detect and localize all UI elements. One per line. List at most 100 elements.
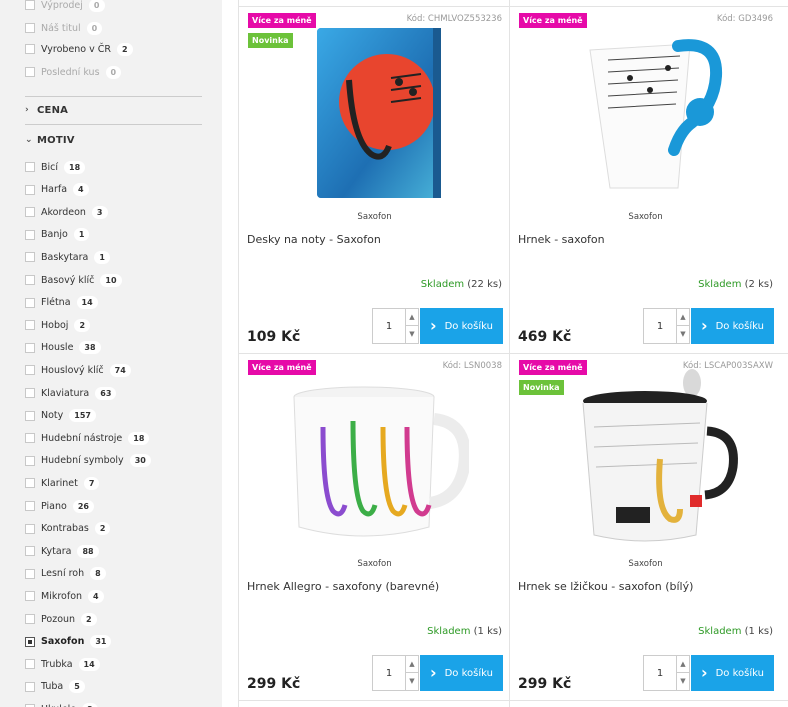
filter-motif-item[interactable]: Kontrabas 2 [25, 520, 111, 538]
filter-motif-item[interactable]: Housle 38 [25, 339, 101, 357]
quantity-stepper: ▲ ▼ [372, 655, 419, 691]
filter-motif-item[interactable]: Klarinet 7 [25, 474, 100, 492]
filter-count: 7 [83, 476, 100, 490]
quantity-increase-button[interactable]: ▲ [405, 309, 418, 326]
quantity-input[interactable] [373, 656, 405, 690]
filter-label: Lesní roh [41, 568, 85, 580]
filter-motif-item[interactable]: Harfa 4 [25, 181, 89, 199]
filter-motif-item[interactable]: Baskytara 1 [25, 248, 110, 266]
checkbox[interactable] [25, 320, 35, 331]
checkbox[interactable] [25, 388, 35, 398]
stock-status: Skladem (2 ks) [698, 279, 773, 290]
filter-motif-item[interactable]: Bicí 18 [25, 158, 86, 176]
chevron-right-icon: › [25, 105, 29, 115]
product-name-link[interactable]: Hrnek Allegro - saxofony (barevné) [247, 580, 439, 593]
checkbox[interactable] [25, 410, 35, 421]
checkbox[interactable] [25, 252, 35, 263]
checkbox[interactable] [25, 681, 35, 692]
checkbox[interactable] [25, 636, 35, 647]
filter-motif-item[interactable]: Pozoun 2 [25, 610, 97, 628]
filter-motif-item[interactable]: Mikrofon 4 [25, 587, 104, 605]
quantity-decrease-button[interactable]: ▼ [676, 673, 689, 690]
quantity-increase-button[interactable]: ▲ [405, 656, 418, 673]
checkbox[interactable] [25, 162, 35, 172]
quantity-decrease-button[interactable]: ▼ [676, 326, 689, 343]
checkbox[interactable] [25, 455, 35, 466]
filter-motif-item[interactable]: Hudební nástroje 18 [25, 429, 150, 447]
filter-motif-item[interactable]: Lesní roh 8 [25, 565, 106, 583]
checkbox[interactable] [25, 546, 35, 557]
filter-count: 5 [69, 680, 85, 694]
checkbox[interactable] [25, 523, 35, 534]
quantity-decrease-button[interactable]: ▼ [405, 326, 418, 343]
filter-motif-item[interactable]: Flétna 14 [25, 294, 98, 312]
filter-motif-item[interactable]: Banjo 1 [25, 226, 90, 244]
filter-label: Poslední kus [41, 66, 100, 78]
checkbox[interactable] [25, 342, 35, 353]
product-name-link[interactable]: Desky na noty - Saxofon [247, 233, 381, 246]
filter-motif-item[interactable]: Piano 26 [25, 497, 94, 515]
checkbox[interactable] [25, 365, 35, 376]
product-name-link[interactable]: Hrnek se lžičkou - saxofon (bílý) [518, 580, 693, 593]
filter-label: Basový klíč [41, 274, 95, 286]
product-name-link[interactable]: Hrnek - saxofon [518, 233, 605, 246]
product-image[interactable] [279, 367, 471, 557]
filter-label: Hudební symboly [41, 455, 124, 467]
product-image[interactable] [550, 367, 740, 557]
checkbox[interactable] [25, 184, 35, 195]
product-price: 299 Kč [247, 676, 301, 692]
checkbox[interactable] [25, 229, 35, 240]
quantity-increase-button[interactable]: ▲ [676, 309, 689, 326]
add-to-cart-button[interactable]: › Do košíku [420, 655, 503, 691]
section-motif-toggle[interactable]: ⌄ MOTIV [25, 129, 202, 151]
add-to-cart-button[interactable]: › Do košíku [691, 308, 774, 344]
filter-count: 18 [128, 431, 150, 445]
checkbox[interactable] [25, 275, 35, 285]
checkbox[interactable] [25, 23, 35, 33]
filter-motif-item[interactable]: Kytara 88 [25, 542, 99, 560]
quantity-input[interactable] [644, 309, 676, 343]
checkbox[interactable] [25, 0, 35, 10]
checkbox[interactable] [25, 433, 35, 444]
product-image[interactable] [550, 20, 740, 210]
filter-motif-item[interactable]: Houslový klíč 74 [25, 361, 131, 379]
checkbox[interactable] [25, 659, 35, 670]
checkbox[interactable] [25, 207, 35, 218]
product-image[interactable] [279, 20, 469, 210]
filter-motif-item[interactable]: Akordeon 3 [25, 203, 108, 221]
filter-motif-item[interactable]: Hudební symboly 30 [25, 452, 151, 470]
filter-motif-item[interactable]: Ukulele3 [25, 700, 98, 707]
filter-motif-item[interactable]: Noty 157 [25, 407, 96, 425]
add-to-cart-button[interactable]: › Do košíku [420, 308, 503, 344]
checkbox[interactable] [25, 501, 35, 511]
filter-count: 26 [72, 499, 94, 513]
filter-count: 2 [94, 522, 111, 536]
checkbox[interactable] [25, 591, 35, 602]
filter-nas-titul[interactable]: Náš titul 0 [25, 19, 103, 37]
checkbox[interactable] [25, 297, 35, 308]
quantity-increase-button[interactable]: ▲ [676, 656, 689, 673]
filter-motif-item[interactable]: Trubka 14 [25, 655, 100, 673]
filter-vyrobeno-v-cr[interactable]: Vyrobeno v ČR 2 [25, 40, 133, 58]
product-category: Saxofon [357, 212, 392, 222]
filter-motif-item[interactable]: Klaviatura 63 [25, 384, 117, 402]
stock-label: Skladem [698, 626, 742, 637]
filter-label: Tuba [41, 681, 64, 693]
filter-vyprodej[interactable]: Výprodej 0 [25, 0, 105, 14]
checkbox[interactable] [25, 568, 35, 579]
section-price-toggle[interactable]: › CENA [25, 99, 202, 121]
filter-motif-item[interactable]: Hoboj 2 [25, 316, 91, 334]
filter-posledni-kus[interactable]: Poslední kus 0 [25, 63, 122, 81]
checkbox[interactable] [25, 44, 35, 54]
add-to-cart-button[interactable]: › Do košíku [691, 655, 774, 691]
checkbox[interactable] [25, 478, 35, 489]
checkbox[interactable] [25, 614, 35, 624]
filter-motif-item[interactable]: Tuba 5 [25, 678, 85, 696]
checkbox[interactable] [25, 67, 35, 77]
quantity-input[interactable] [373, 309, 405, 343]
add-to-cart-label: Do košíku [715, 667, 764, 679]
filter-motif-item[interactable]: Saxofon 31 [25, 633, 112, 651]
filter-motif-item[interactable]: Basový klíč 10 [25, 271, 122, 289]
quantity-input[interactable] [644, 656, 676, 690]
quantity-decrease-button[interactable]: ▼ [405, 673, 418, 690]
